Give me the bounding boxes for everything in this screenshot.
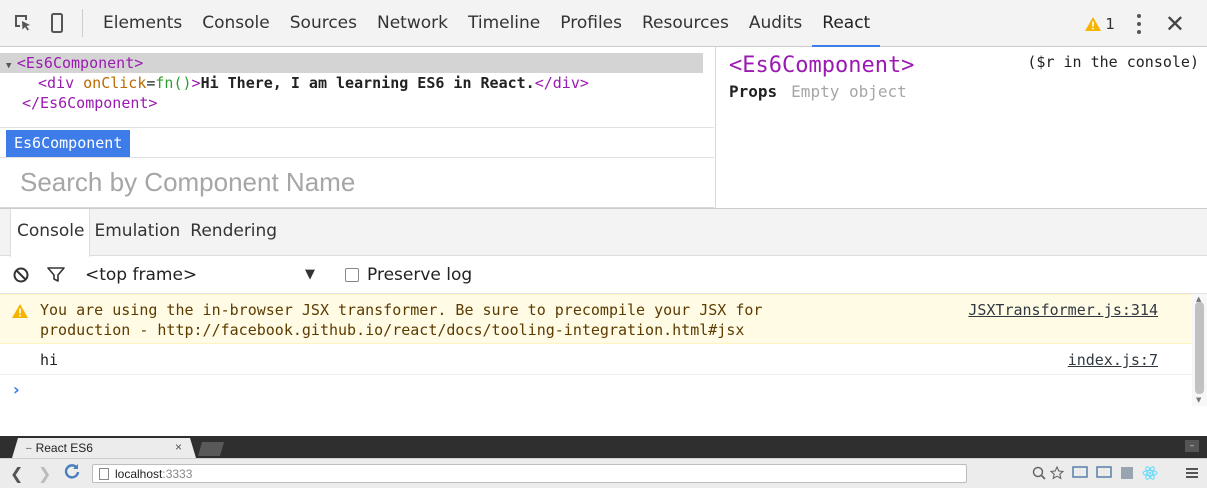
console-message-log: hi index.js:7: [0, 344, 1192, 375]
browser-tab-strip: – React ES6 × –: [0, 436, 1207, 458]
tree-open-tag: <Es6Component>: [16, 54, 144, 72]
tab-react[interactable]: React: [812, 0, 881, 47]
scroll-down-arrow-icon[interactable]: ▼: [1196, 396, 1201, 404]
props-label: Props: [729, 82, 778, 101]
toolbar-divider: [82, 9, 83, 37]
tree-close-tag: </Es6Component>: [22, 94, 158, 112]
devtools-toolbar: Elements Console Sources Network Timelin…: [0, 0, 1207, 47]
tab-audits[interactable]: Audits: [739, 0, 812, 46]
page-icon: [99, 468, 109, 480]
address-bar[interactable]: localhost:3333: [92, 464, 967, 483]
star-icon[interactable]: [1050, 466, 1064, 480]
component-search: [0, 157, 714, 208]
cast-icon[interactable]: [1072, 466, 1088, 480]
selected-component-title: <Es6Component>: [729, 53, 915, 78]
console-prompt[interactable]: ›: [13, 380, 20, 399]
div-attr-name: onClick: [83, 74, 147, 92]
preserve-log-toggle[interactable]: Preserve log: [345, 265, 472, 285]
extension-square-icon[interactable]: [1120, 466, 1134, 480]
component-tree: ▼ <Es6Component> <div onClick=fn()>Hi Th…: [0, 53, 714, 113]
forward-icon[interactable]: ❯: [38, 464, 51, 483]
div-text: Hi There, I am learning ES6 in React.: [200, 74, 535, 92]
react-tree-pane: ▼ <Es6Component> <div onClick=fn()>Hi Th…: [0, 47, 714, 208]
tab-close-icon[interactable]: ×: [175, 440, 182, 454]
dropdown-arrow-icon: ▼: [305, 266, 315, 282]
browser-toolbar: ❮ ❯ localhost:3333: [0, 458, 1207, 488]
filter-icon[interactable]: [47, 266, 65, 283]
warning-text: You are using the in-browser JSX transfo…: [40, 300, 920, 340]
tab-favicon: –: [26, 442, 32, 454]
props-section: Props Empty object: [729, 82, 907, 101]
log-text: hi: [40, 351, 59, 369]
back-icon[interactable]: ❮: [10, 464, 23, 483]
expand-triangle-icon[interactable]: ▼: [6, 61, 17, 71]
window-minimize-button[interactable]: –: [1185, 440, 1199, 452]
hamburger-menu-icon[interactable]: [1186, 466, 1198, 480]
frame-select-value: <top frame>: [85, 264, 198, 285]
log-source-link[interactable]: index.js:7: [1068, 351, 1158, 369]
drawer-tab-console[interactable]: Console: [10, 209, 90, 257]
preserve-log-label: Preserve log: [367, 264, 473, 285]
warning-count: 1: [1105, 14, 1115, 33]
react-icon[interactable]: [1142, 466, 1158, 480]
search-input[interactable]: [0, 158, 714, 207]
url-host: localhost: [115, 466, 163, 481]
zoom-icon[interactable]: [1032, 466, 1046, 480]
tab-elements[interactable]: Elements: [93, 0, 192, 46]
tab-profiles[interactable]: Profiles: [550, 0, 632, 46]
frame-select[interactable]: <top frame> ▼: [85, 265, 315, 285]
more-vertical-icon[interactable]: [1136, 13, 1141, 34]
new-tab-button[interactable]: [198, 442, 224, 456]
div-attr-value: fn(): [155, 74, 192, 92]
warning-source-link[interactable]: JSXTransformer.js:314: [968, 301, 1158, 319]
preserve-log-checkbox[interactable]: [345, 267, 359, 282]
url-port: :3333: [162, 466, 193, 481]
tab-sources[interactable]: Sources: [280, 0, 367, 46]
warning-line-2: production - http://facebook.github.io/r…: [40, 321, 745, 339]
warning-triangle-icon: [12, 304, 28, 318]
tab-network[interactable]: Network: [367, 0, 458, 46]
inspect-icon[interactable]: [6, 0, 40, 46]
close-icon[interactable]: ✕: [1165, 12, 1185, 36]
extension-icon[interactable]: [1096, 466, 1112, 480]
browser-tab-title: React ES6: [35, 441, 93, 455]
browser-tab[interactable]: – React ES6 ×: [12, 438, 196, 458]
console-toolbar: <top frame> ▼ Preserve log: [0, 256, 1207, 294]
tree-node-es6component[interactable]: ▼ <Es6Component>: [0, 53, 703, 73]
console-hint: ($r in the console): [1027, 53, 1199, 71]
device-mode-icon[interactable]: [40, 0, 74, 46]
tree-close-es6component[interactable]: </Es6Component>: [0, 93, 714, 113]
div-close: </div>: [534, 74, 589, 92]
clear-console-icon[interactable]: [13, 267, 29, 283]
tab-timeline[interactable]: Timeline: [458, 0, 550, 46]
warning-counter[interactable]: 1: [1085, 15, 1115, 33]
props-value: Empty object: [791, 82, 907, 101]
reload-icon[interactable]: [64, 463, 80, 483]
warning-triangle-icon: [1085, 16, 1102, 31]
console-scroll-thumb[interactable]: [1195, 302, 1204, 394]
drawer-tab-rendering[interactable]: Rendering: [185, 209, 282, 255]
breadcrumb-item-es6component[interactable]: Es6Component: [6, 130, 131, 158]
component-details-pane: <Es6Component> ($r in the console) Props…: [715, 47, 1207, 208]
div-gt: >: [191, 74, 201, 92]
tree-node-div[interactable]: <div onClick=fn()>Hi There, I am learnin…: [0, 73, 714, 93]
console-message-warning: You are using the in-browser JSX transfo…: [0, 294, 1192, 344]
tab-console[interactable]: Console: [192, 0, 280, 46]
tab-resources[interactable]: Resources: [632, 0, 739, 46]
toolbar-right: 1 ✕: [1085, 0, 1207, 47]
div-open: <div: [38, 74, 84, 92]
warning-line-1: You are using the in-browser JSX transfo…: [40, 301, 763, 319]
breadcrumb: Es6Component: [0, 127, 714, 158]
drawer-tab-emulation[interactable]: Emulation: [90, 209, 186, 255]
drawer-tabbar: Console Emulation Rendering: [0, 208, 1207, 257]
